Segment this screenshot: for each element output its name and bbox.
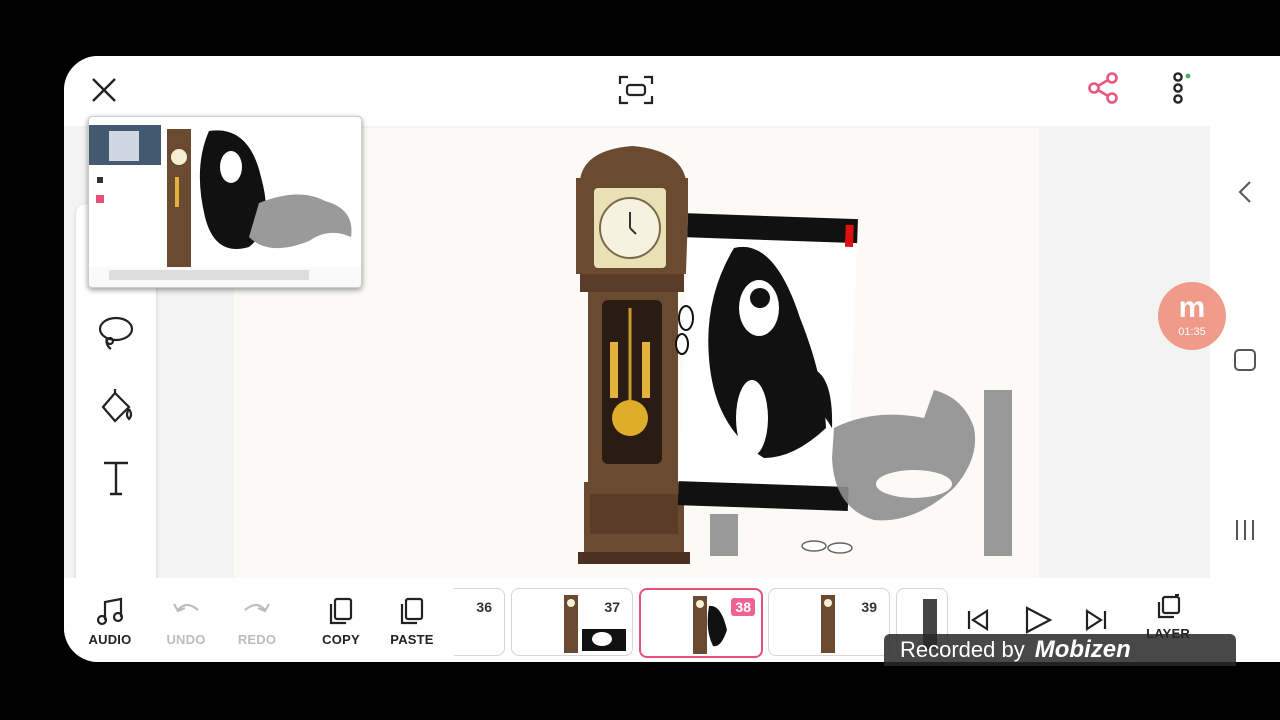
pip-preview[interactable] (88, 116, 362, 288)
paste-icon (400, 597, 424, 625)
text-tool-icon[interactable] (96, 456, 136, 500)
undo-label: UNDO (166, 632, 206, 647)
music-note-icon (96, 597, 124, 626)
watermark-text: Recorded by (900, 637, 1025, 662)
redo-button[interactable]: REDO (227, 596, 287, 652)
frame-number: 37 (604, 599, 620, 615)
redo-label: REDO (237, 632, 277, 647)
recorder-floating-button[interactable]: m 01:35 (1158, 282, 1226, 350)
system-nav-bar (1210, 56, 1280, 662)
more-vertical-icon[interactable] (1158, 68, 1198, 108)
audio-label: AUDIO (88, 632, 132, 647)
frame-thumb-37[interactable]: 37 (511, 588, 633, 656)
frame-number: 39 (861, 599, 877, 615)
share-icon[interactable] (1084, 68, 1124, 108)
layers-icon (1157, 594, 1181, 619)
redo-icon (244, 603, 270, 613)
home-square-icon[interactable] (1230, 344, 1260, 376)
frame-thumb-38[interactable]: 38 (639, 588, 763, 658)
pip-artwork (89, 125, 361, 287)
recorder-time: 01:35 (1178, 326, 1206, 338)
clock-drawing (576, 146, 690, 564)
close-icon[interactable] (84, 70, 124, 110)
recorder-logo: m (1178, 291, 1206, 324)
copy-label: COPY (322, 632, 360, 647)
skip-previous-icon[interactable] (960, 602, 996, 638)
frame-thumb-39[interactable]: 39 (768, 588, 890, 656)
recorder-watermark: Recorded by Mobizen (884, 634, 1236, 666)
paste-label: PASTE (390, 632, 434, 647)
fit-screen-icon[interactable] (616, 70, 656, 110)
chevron-left-icon[interactable] (1230, 174, 1260, 210)
undo-button[interactable]: UNDO (156, 596, 216, 652)
skip-next-icon[interactable] (1078, 602, 1114, 638)
frame-thumb-36[interactable]: 36 (454, 588, 505, 656)
recent-apps-icon[interactable] (1230, 514, 1260, 546)
frame-number-badge: 38 (731, 598, 755, 616)
lasso-icon[interactable] (96, 314, 136, 354)
undo-icon (173, 603, 199, 613)
copy-button[interactable]: COPY (311, 596, 371, 652)
watermark-brand: Mobizen (1034, 636, 1131, 663)
fill-bucket-icon[interactable] (96, 386, 136, 426)
frame-number: 36 (476, 599, 492, 615)
paste-button[interactable]: PASTE (382, 596, 442, 652)
audio-button[interactable]: AUDIO (80, 596, 140, 652)
copy-icon (329, 597, 353, 625)
